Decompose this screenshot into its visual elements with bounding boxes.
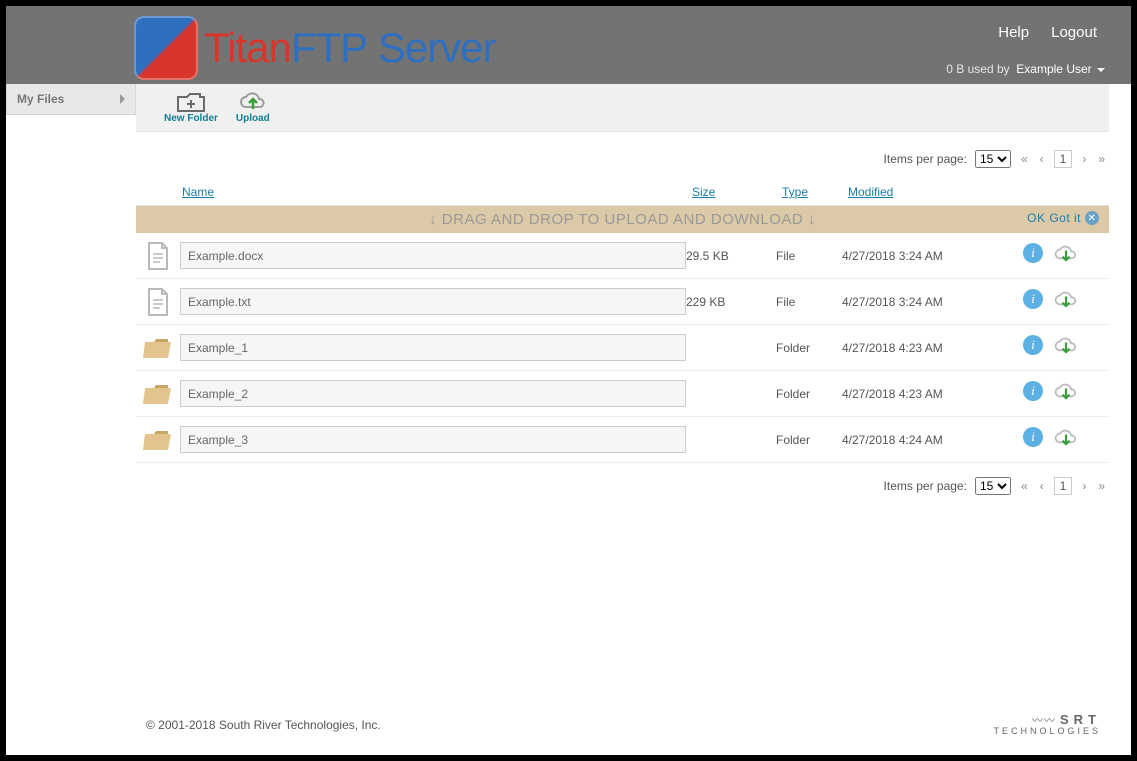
type-cell: Folder <box>776 341 842 355</box>
folder-icon <box>136 428 180 452</box>
close-icon: ✕ <box>1085 211 1099 225</box>
user-menu[interactable]: Example User <box>1016 62 1105 76</box>
type-cell: File <box>776 295 842 309</box>
srt-logo: 〰〰 SRT TECHNOLOGIES <box>993 713 1101 737</box>
sidebar-item-label: My Files <box>17 92 64 106</box>
type-cell: Folder <box>776 433 842 447</box>
sort-modified[interactable]: Modified <box>848 185 893 199</box>
pager-next[interactable]: › <box>1080 479 1088 493</box>
type-cell: File <box>776 249 842 263</box>
download-button[interactable] <box>1053 381 1079 406</box>
new-folder-icon <box>176 91 206 113</box>
sort-name[interactable]: Name <box>182 185 214 199</box>
file-icon <box>136 241 180 271</box>
pager-prev[interactable]: ‹ <box>1038 479 1046 493</box>
pager-bottom: Items per page: 15 « ‹ 1 › » <box>136 463 1109 503</box>
folder-icon <box>136 382 180 406</box>
info-button[interactable]: i <box>1023 243 1043 263</box>
download-button[interactable] <box>1053 289 1079 314</box>
pager-first[interactable]: « <box>1019 152 1030 166</box>
modified-cell: 4/27/2018 3:24 AM <box>842 295 992 309</box>
sidebar: My Files <box>6 84 136 503</box>
pager-next[interactable]: › <box>1080 152 1088 166</box>
size-cell: 29.5 KB <box>686 249 776 263</box>
table-row: Folder4/27/2018 4:23 AM i <box>136 325 1109 371</box>
pager-top: Items per page: 15 « ‹ 1 › » <box>136 132 1109 176</box>
pager-prev[interactable]: ‹ <box>1038 152 1046 166</box>
header-links: Help Logout <box>998 24 1097 41</box>
size-cell: 229 KB <box>686 295 776 309</box>
folder-icon <box>136 336 180 360</box>
caret-down-icon <box>1097 68 1105 72</box>
pager-last[interactable]: » <box>1096 479 1107 493</box>
brand-titan: Titan <box>204 24 291 71</box>
copyright: © 2001-2018 South River Technologies, In… <box>146 718 381 732</box>
brand-server: Server <box>367 24 495 71</box>
modified-cell: 4/27/2018 3:24 AM <box>842 249 992 263</box>
footer: © 2001-2018 South River Technologies, In… <box>146 713 1101 737</box>
pager-page: 1 <box>1054 477 1073 495</box>
brand-mark-icon <box>134 16 198 80</box>
filename-input[interactable] <box>180 380 686 407</box>
table-row: Folder4/27/2018 4:24 AM i <box>136 417 1109 463</box>
modified-cell: 4/27/2018 4:23 AM <box>842 387 992 401</box>
filename-input[interactable] <box>180 242 686 269</box>
modified-cell: 4/27/2018 4:24 AM <box>842 433 992 447</box>
filename-input[interactable] <box>180 426 686 453</box>
user-name: Example User <box>1016 62 1091 76</box>
usage-line: 0 B used by Example User <box>946 62 1105 76</box>
pager-first[interactable]: « <box>1019 479 1030 493</box>
usage-prefix: 0 B used by <box>946 62 1009 76</box>
table-row: 229 KBFile4/27/2018 3:24 AM i <box>136 279 1109 325</box>
download-button[interactable] <box>1053 427 1079 452</box>
new-folder-label: New Folder <box>164 113 218 124</box>
app-header: TitanFTP Server Help Logout 0 B used by … <box>6 6 1131 84</box>
pager-page: 1 <box>1054 150 1073 168</box>
upload-label: Upload <box>236 113 270 124</box>
items-per-page-select[interactable]: 15 <box>975 150 1011 168</box>
sort-type[interactable]: Type <box>782 185 808 199</box>
pager-last[interactable]: » <box>1096 152 1107 166</box>
table-header: Name Size Type Modified <box>136 176 1109 206</box>
items-per-page-select[interactable]: 15 <box>975 477 1011 495</box>
sidebar-item-my-files[interactable]: My Files <box>6 83 136 115</box>
sort-size[interactable]: Size <box>692 185 715 199</box>
file-icon <box>136 287 180 317</box>
srt-tag: SRT <box>1060 712 1101 727</box>
cloud-upload-icon <box>238 91 268 113</box>
brand-logo: TitanFTP Server <box>134 16 496 80</box>
brand-text: TitanFTP Server <box>204 24 496 72</box>
chevron-right-icon <box>120 94 125 104</box>
logout-link[interactable]: Logout <box>1051 24 1097 41</box>
info-button[interactable]: i <box>1023 335 1043 355</box>
info-button[interactable]: i <box>1023 381 1043 401</box>
filename-input[interactable] <box>180 288 686 315</box>
help-link[interactable]: Help <box>998 24 1029 41</box>
main-panel: New Folder Upload Items per page: 15 « ‹… <box>136 84 1131 503</box>
toolbar: New Folder Upload <box>136 84 1109 132</box>
info-button[interactable]: i <box>1023 427 1043 447</box>
drag-drop-text: ↓ DRAG AND DROP TO UPLOAD AND DOWNLOAD ↓ <box>429 211 816 228</box>
file-rows: 29.5 KBFile4/27/2018 3:24 AMi229 KBFile4… <box>136 233 1109 463</box>
download-button[interactable] <box>1053 335 1079 360</box>
pager-label: Items per page: <box>884 152 967 166</box>
brand-ftp: FTP <box>291 24 367 71</box>
drag-drop-hint: ↓ DRAG AND DROP TO UPLOAD AND DOWNLOAD ↓… <box>136 206 1109 233</box>
dismiss-hint-button[interactable]: OK Got it ✕ <box>1027 211 1099 225</box>
download-button[interactable] <box>1053 243 1079 268</box>
dismiss-hint-label: OK Got it <box>1027 211 1081 225</box>
modified-cell: 4/27/2018 4:23 AM <box>842 341 992 355</box>
pager-label: Items per page: <box>884 479 967 493</box>
table-row: Folder4/27/2018 4:23 AM i <box>136 371 1109 417</box>
filename-input[interactable] <box>180 334 686 361</box>
table-row: 29.5 KBFile4/27/2018 3:24 AM i <box>136 233 1109 279</box>
info-button[interactable]: i <box>1023 289 1043 309</box>
srt-big: TECHNOLOGIES <box>993 726 1101 736</box>
type-cell: Folder <box>776 387 842 401</box>
new-folder-button[interactable]: New Folder <box>164 91 218 124</box>
upload-button[interactable]: Upload <box>236 91 270 124</box>
